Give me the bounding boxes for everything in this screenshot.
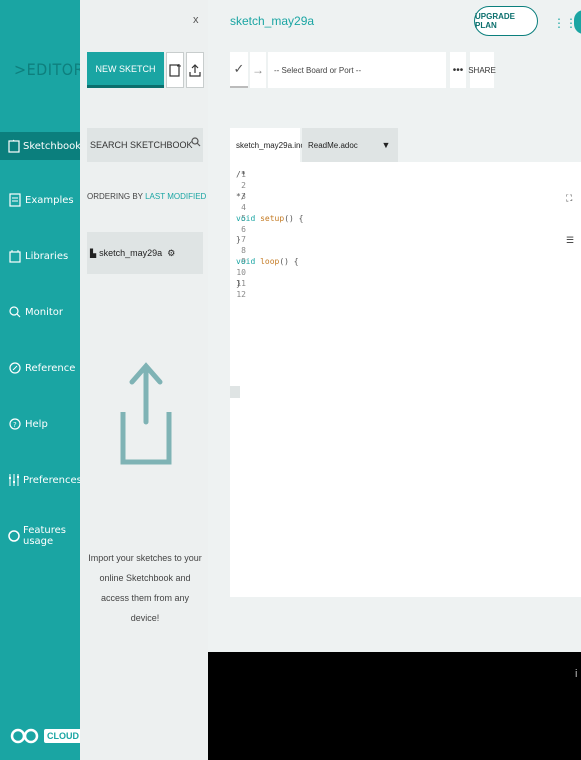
editor-side-icons: ⛶ ☰ [566, 192, 574, 246]
current-line-highlight [230, 386, 240, 398]
line-number: 6 [241, 224, 246, 234]
sidebar-item-label: Reference [25, 362, 76, 374]
cloud-badge: CLOUD [44, 729, 82, 743]
more-options-button[interactable]: ••• [450, 52, 466, 88]
new-folder-button[interactable] [166, 52, 184, 88]
editor-logo-text: EDITOR [26, 60, 85, 79]
code-keyword: void [236, 257, 256, 267]
line-number: 8 [241, 246, 246, 256]
search-input[interactable]: SEARCH SKETCHBOOK [87, 128, 203, 162]
code-keyword: void [236, 213, 256, 223]
sliders-icon [8, 472, 20, 488]
code-line: void loop() { [236, 257, 299, 266]
sidebar-item-label: Monitor [25, 306, 64, 318]
sketch-name: sketch_may29a [99, 248, 163, 258]
import-sketch-button[interactable] [186, 52, 204, 88]
outline-icon[interactable]: ☰ [566, 234, 574, 246]
close-panel-icon[interactable]: x [193, 14, 199, 26]
sidebar-item-label: Preferences [23, 474, 82, 486]
line-number: 2 [241, 180, 246, 190]
tab-menu-dropdown-icon[interactable]: ▼ [374, 128, 398, 162]
sidebar-item-libraries[interactable]: Libraries [0, 242, 80, 270]
ordering-value-link[interactable]: LAST MODIFIED [145, 192, 206, 201]
sidebar-item-label: Help [25, 418, 48, 430]
tab-sketch-ino[interactable]: sketch_may29a.ino [230, 128, 305, 162]
import-message: Import your sketches to your online Sket… [88, 553, 202, 623]
sidebar-item-monitor[interactable]: Monitor [0, 298, 80, 326]
upload-button[interactable]: → [250, 52, 266, 88]
verify-button[interactable]: ✓ [230, 52, 248, 88]
usage-icon [8, 528, 20, 544]
code-rest: () { [284, 213, 304, 223]
console-output [208, 652, 581, 760]
code-line: } [236, 279, 241, 288]
sketch-options-icon[interactable]: ⚙ [167, 248, 175, 259]
arduino-cloud-logo[interactable]: CLOUD [10, 728, 82, 744]
sketch-list-item[interactable]: ▙ sketch_may29a ⚙ [87, 232, 203, 274]
code-line: /* [236, 170, 246, 179]
line-number: 10 [236, 268, 246, 278]
code-line: void setup() { [236, 214, 303, 223]
import-illustration-icon [118, 362, 174, 477]
new-sketch-button[interactable]: NEW SKETCH [87, 52, 164, 88]
sidebar-item-help[interactable]: ? Help [0, 410, 80, 438]
monitor-icon [8, 304, 22, 320]
sidebar-item-reference[interactable]: Reference [0, 354, 80, 382]
svg-text:?: ? [13, 421, 17, 429]
sidebar-item-label: Examples [25, 194, 74, 206]
ordering-prefix: ORDERING BY [87, 192, 143, 201]
search-icon[interactable] [191, 137, 201, 150]
line-number: 4 [241, 202, 246, 212]
ordering-label: ORDERING BY LAST MODIFIED [87, 192, 206, 201]
sidebar-item-label: Libraries [25, 250, 69, 262]
new-folder-icon [169, 64, 181, 77]
infinity-logo-icon [10, 728, 39, 744]
share-button[interactable]: SHARE [468, 52, 496, 88]
upgrade-plan-button[interactable]: UPGRADE PLAN [474, 6, 538, 36]
library-icon [8, 248, 22, 264]
sidebar-item-label: Features usage [23, 525, 66, 547]
sidebar-item-features-usage[interactable]: Features usage [0, 522, 80, 550]
book-icon [8, 192, 22, 208]
sidebar-item-preferences[interactable]: Preferences [0, 466, 82, 494]
tab-readme[interactable]: ReadMe.adoc [302, 128, 374, 162]
code-line: } [236, 235, 241, 245]
help-icon: ? [8, 416, 22, 432]
sketch-file-icon: ▙ [90, 248, 97, 258]
sidebar-item-sketchbook[interactable]: Sketchbook [0, 132, 82, 160]
sidebar-item-label: Sketchbook [23, 140, 82, 152]
line-number: 12 [236, 289, 246, 299]
console-info-icon[interactable]: i [575, 668, 577, 680]
code-function-name: setup [260, 213, 285, 223]
code-rest: () { [279, 257, 299, 267]
board-port-select[interactable]: -- Select Board or Port -- [268, 52, 446, 88]
sidebar-item-examples[interactable]: Examples [0, 186, 80, 214]
upload-icon [189, 64, 201, 77]
fullscreen-icon[interactable]: ⛶ [566, 192, 574, 204]
folder-icon [8, 138, 20, 154]
compass-icon [8, 360, 22, 376]
code-line: */ [236, 191, 246, 201]
code-function-name: loop [260, 257, 280, 267]
code-editor[interactable] [230, 162, 581, 597]
editor-logo: >EDITOR [14, 60, 85, 79]
sketch-title[interactable]: sketch_may29a [230, 14, 314, 28]
